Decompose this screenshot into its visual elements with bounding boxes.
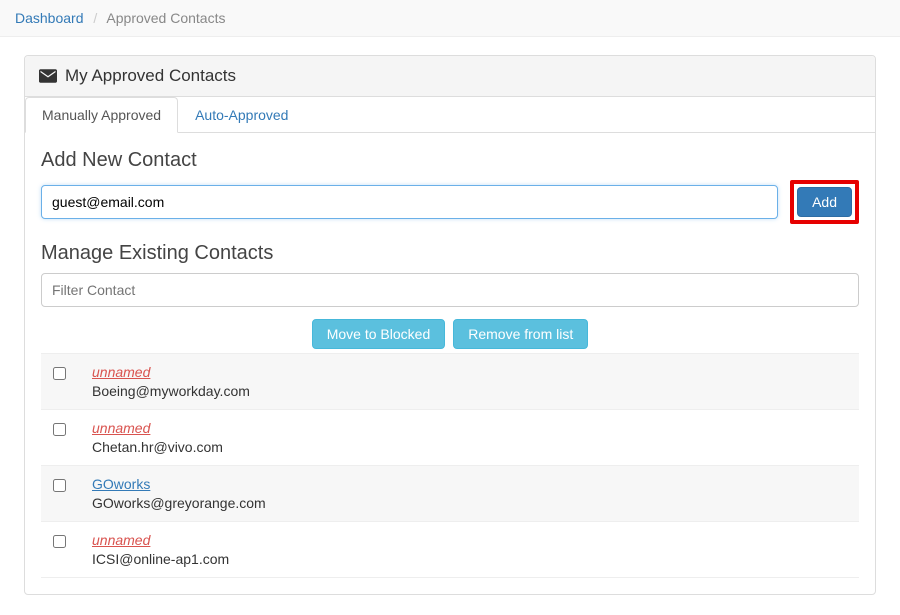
add-contact-input[interactable]	[41, 185, 778, 219]
contact-meta: unnamed ICSI@online-ap1.com	[92, 532, 229, 567]
contact-row: GOworks GOworks@greyorange.com	[41, 466, 859, 522]
bulk-actions: Move to Blocked Remove from list	[41, 319, 859, 349]
contact-meta: unnamed Chetan.hr@vivo.com	[92, 420, 223, 455]
contact-name[interactable]: unnamed	[92, 364, 250, 380]
move-to-blocked-button[interactable]: Move to Blocked	[312, 319, 446, 349]
contact-list: unnamed Boeing@myworkday.com unnamed Che…	[41, 353, 859, 578]
remove-from-list-button[interactable]: Remove from list	[453, 319, 588, 349]
contact-email: Chetan.hr@vivo.com	[92, 439, 223, 455]
tabs: Manually Approved Auto-Approved	[25, 97, 875, 133]
contact-checkbox[interactable]	[53, 367, 66, 380]
filter-contact-input[interactable]	[41, 273, 859, 307]
approved-contacts-panel: My Approved Contacts Manually Approved A…	[24, 55, 876, 595]
breadcrumb: Dashboard / Approved Contacts	[0, 0, 900, 37]
contact-row: unnamed ICSI@online-ap1.com	[41, 522, 859, 578]
manage-existing-title: Manage Existing Contacts	[41, 242, 859, 265]
panel-title: My Approved Contacts	[65, 66, 236, 86]
add-new-contact-title: Add New Contact	[41, 149, 859, 172]
contact-meta: unnamed Boeing@myworkday.com	[92, 364, 250, 399]
add-button-highlight: Add	[790, 180, 859, 224]
tab-manually-approved[interactable]: Manually Approved	[25, 97, 178, 133]
tab-auto-approved[interactable]: Auto-Approved	[178, 97, 305, 133]
contact-meta: GOworks GOworks@greyorange.com	[92, 476, 266, 511]
contact-email: Boeing@myworkday.com	[92, 383, 250, 399]
contact-checkbox[interactable]	[53, 479, 66, 492]
add-button[interactable]: Add	[797, 187, 852, 217]
contact-checkbox[interactable]	[53, 535, 66, 548]
envelope-icon	[39, 69, 57, 83]
contact-name[interactable]: unnamed	[92, 420, 223, 436]
breadcrumb-root[interactable]: Dashboard	[15, 10, 84, 26]
tab-pane-manual: Add New Contact Add Manage Existing Cont…	[25, 133, 875, 594]
contact-row: unnamed Chetan.hr@vivo.com	[41, 410, 859, 466]
contact-email: ICSI@online-ap1.com	[92, 551, 229, 567]
contact-name[interactable]: unnamed	[92, 532, 229, 548]
breadcrumb-separator: /	[87, 10, 103, 26]
contact-email: GOworks@greyorange.com	[92, 495, 266, 511]
panel-heading: My Approved Contacts	[25, 56, 875, 97]
breadcrumb-current: Approved Contacts	[106, 10, 225, 26]
contact-checkbox[interactable]	[53, 423, 66, 436]
contact-name[interactable]: GOworks	[92, 476, 266, 492]
contact-row: unnamed Boeing@myworkday.com	[41, 354, 859, 410]
add-contact-row: Add	[41, 180, 859, 224]
